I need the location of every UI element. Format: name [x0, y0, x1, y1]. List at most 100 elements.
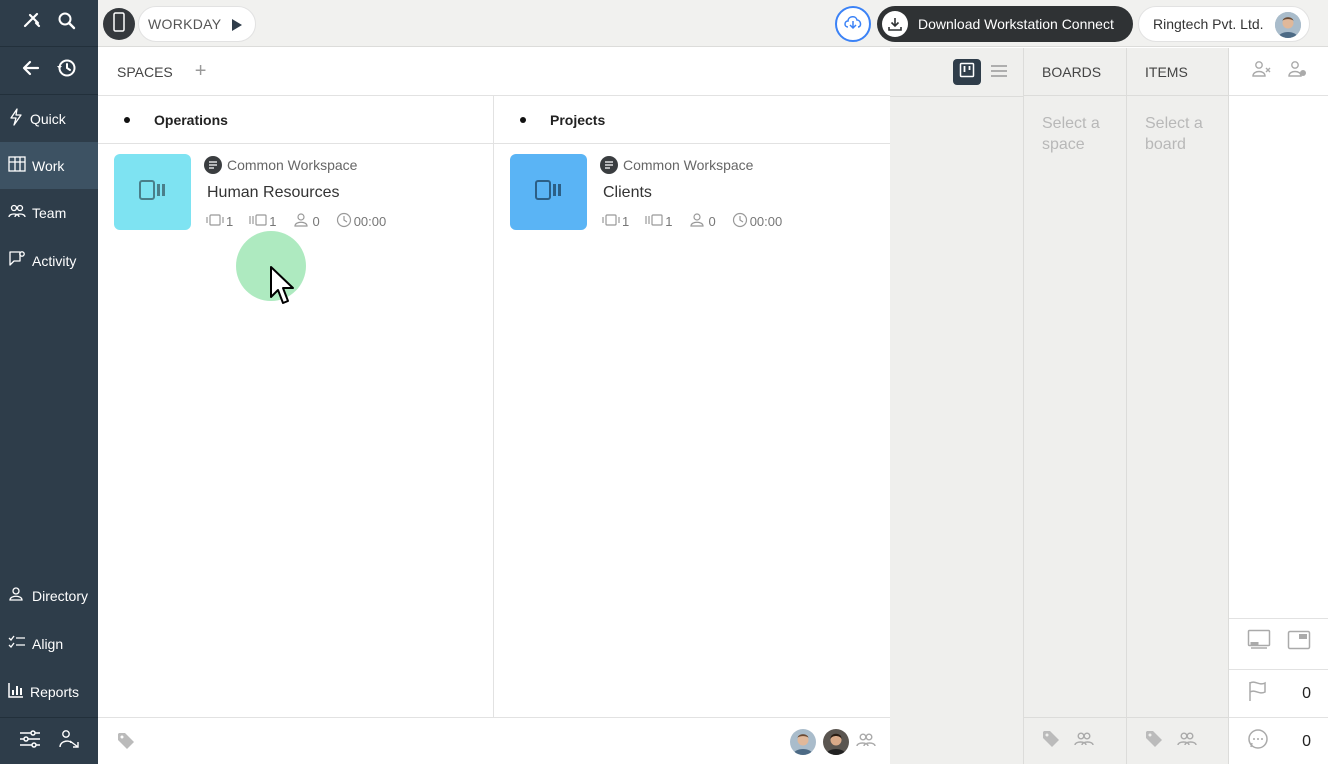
avatar[interactable]	[790, 729, 816, 755]
boards-icon	[206, 213, 226, 230]
stat-value: 1	[665, 214, 673, 229]
divider	[890, 96, 1023, 97]
space-card-human-resources[interactable]: Common Workspace Human Resources 1 1 0 0…	[114, 154, 484, 234]
sidebar-top-row	[0, 0, 98, 47]
activity-icon	[8, 250, 26, 271]
download-workstation-button[interactable]: Download Workstation Connect	[877, 6, 1133, 42]
stat-value: 0	[312, 214, 320, 229]
sidebar-item-reports[interactable]: Reports	[0, 668, 98, 715]
space-stats: 1 1 0 00:00	[602, 212, 798, 231]
picture-in-picture-icon[interactable]	[1287, 630, 1311, 655]
members-icon[interactable]	[1074, 731, 1094, 752]
tag-icon[interactable]	[117, 732, 135, 755]
stat-value: 00:00	[353, 214, 387, 229]
space-thumbnail[interactable]	[510, 154, 587, 230]
sidebar-history-row	[0, 47, 98, 95]
download-icon	[882, 11, 908, 37]
tag-icon[interactable]	[1042, 730, 1060, 753]
sidebar-item-work[interactable]: Work	[0, 142, 98, 189]
board-view-button[interactable]	[953, 59, 981, 85]
sidebar-item-team[interactable]: Team	[0, 189, 98, 236]
window-controls-row	[1229, 618, 1328, 666]
board-columns-icon	[138, 179, 168, 206]
items-header: ITEMS	[1127, 48, 1228, 96]
avatar	[1275, 12, 1301, 38]
tools-icon[interactable]	[22, 11, 42, 36]
stat-time: 00:00	[732, 212, 782, 231]
cloud-download-icon	[843, 14, 863, 35]
member-avatars	[790, 729, 876, 755]
details-header	[1229, 48, 1328, 96]
items-panel: ITEMS Select a board	[1126, 48, 1228, 764]
directory-icon	[8, 586, 26, 605]
workday-label: WORKDAY	[148, 16, 222, 32]
board-icon	[8, 156, 26, 175]
spaces-header: SPACES +	[98, 48, 890, 96]
sliders-icon[interactable]	[19, 729, 41, 754]
stat-members: 0	[688, 213, 716, 230]
sidebar-item-label: Quick	[30, 110, 66, 127]
cloud-sync-button[interactable]	[835, 6, 871, 42]
app-root: Quick Work Team Activity Directory Align…	[0, 0, 1328, 764]
list-view-icon[interactable]	[990, 63, 1008, 84]
sidebar: Quick Work Team Activity Directory Align…	[0, 0, 98, 764]
sidebar-item-directory[interactable]: Directory	[0, 572, 98, 619]
spaces-footer	[98, 717, 890, 764]
space-column-projects: Projects Common Workspace Clients 1 1 0 …	[494, 96, 890, 717]
user-settings-icon[interactable]	[58, 729, 80, 754]
sidebar-item-label: Directory	[32, 587, 89, 604]
boards-footer	[1024, 717, 1126, 764]
comment-row[interactable]: 0	[1229, 717, 1328, 764]
sidebar-item-quick[interactable]: Quick	[0, 95, 98, 142]
reports-icon	[8, 682, 24, 701]
view-toggle-area	[890, 48, 1023, 764]
space-card-clients[interactable]: Common Workspace Clients 1 1 0 00:00	[510, 154, 880, 234]
sidebar-item-activity[interactable]: Activity	[0, 237, 98, 284]
search-icon[interactable]	[57, 11, 77, 36]
play-icon[interactable]	[231, 18, 243, 35]
org-switcher[interactable]: Ringtech Pvt. Ltd.	[1138, 6, 1310, 42]
space-name[interactable]: Clients	[603, 184, 652, 202]
sidebar-item-align[interactable]: Align	[0, 620, 98, 667]
sidebar-item-label: Reports	[30, 683, 80, 700]
items-hint: Select a board	[1145, 115, 1203, 153]
org-name: Ringtech Pvt. Ltd.	[1153, 16, 1264, 32]
add-space-button[interactable]: +	[195, 60, 207, 83]
boards-header: BOARDS	[1024, 48, 1126, 96]
sidebar-item-label: Activity	[32, 252, 77, 269]
column-header: Projects	[494, 96, 890, 144]
sidebar-item-label: Team	[32, 204, 67, 221]
column-title: Projects	[550, 111, 606, 128]
flag-row[interactable]: 0	[1229, 669, 1328, 717]
comment-count: 0	[1302, 732, 1311, 750]
spaces-title: SPACES	[117, 63, 173, 80]
member-icon	[688, 213, 708, 230]
stat-value: 1	[226, 214, 234, 229]
sidebar-item-label: Work	[32, 157, 65, 174]
avatar[interactable]	[823, 729, 849, 755]
history-icon[interactable]	[55, 57, 77, 84]
workday-pill[interactable]: WORKDAY	[138, 6, 256, 42]
space-thumbnail[interactable]	[114, 154, 191, 230]
user-status-icon[interactable]	[1287, 60, 1307, 83]
board-columns-icon	[534, 179, 564, 206]
workspace-label: Common Workspace	[600, 156, 753, 174]
tag-icon[interactable]	[1145, 730, 1163, 753]
monitor-icon[interactable]	[1247, 629, 1271, 656]
device-button[interactable]	[103, 8, 135, 40]
space-name[interactable]: Human Resources	[207, 184, 340, 202]
members-icon[interactable]	[856, 732, 876, 753]
workspace-name: Common Workspace	[623, 157, 754, 173]
bullet-icon	[520, 116, 526, 123]
items-footer	[1127, 717, 1228, 764]
details-panel: 0 0	[1228, 48, 1328, 764]
assign-user-icon[interactable]	[1251, 60, 1271, 83]
stat-value: 1	[269, 214, 277, 229]
boards-panel: BOARDS Select a space	[1023, 48, 1126, 764]
boards-icon	[602, 213, 622, 230]
stat-value: 0	[708, 214, 716, 229]
kanban-icon	[959, 62, 975, 83]
back-arrow-icon[interactable]	[21, 58, 41, 83]
members-icon[interactable]	[1177, 731, 1197, 752]
workspace-icon	[600, 156, 618, 174]
